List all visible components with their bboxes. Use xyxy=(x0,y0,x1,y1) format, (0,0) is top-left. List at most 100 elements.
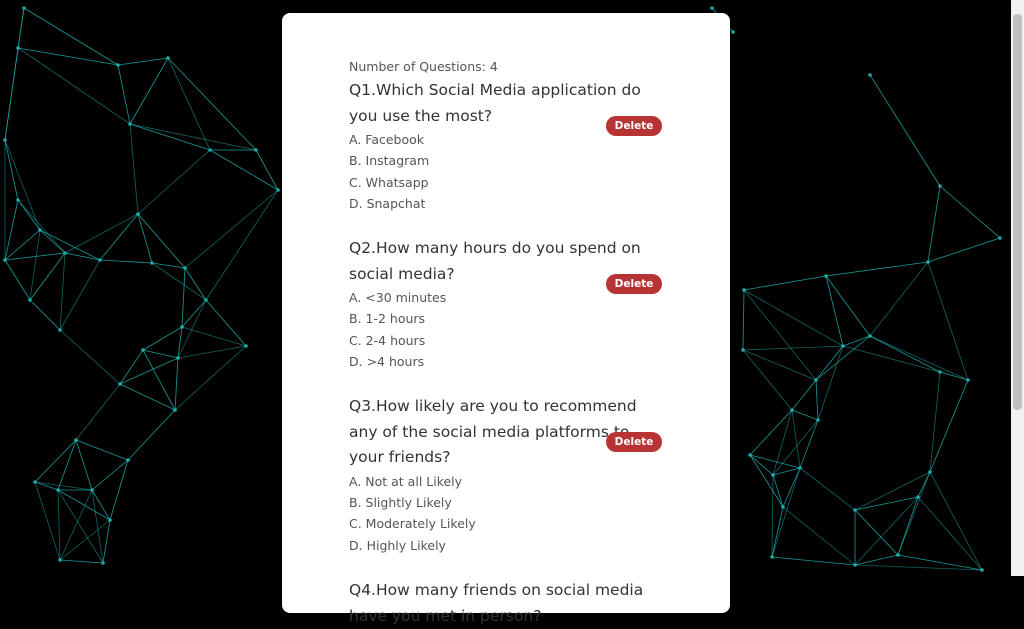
network-line xyxy=(743,275,827,291)
network-line xyxy=(57,489,61,561)
network-node xyxy=(90,488,94,492)
network-node xyxy=(781,505,785,509)
network-line xyxy=(4,139,19,201)
network-line xyxy=(17,199,66,254)
network-node xyxy=(74,438,78,442)
network-line xyxy=(59,259,101,331)
network-line xyxy=(897,496,919,556)
network-line xyxy=(825,261,929,277)
network-line xyxy=(939,185,1001,239)
option-list: A. <30 minutes B. 1-2 hours C. 2-4 hours… xyxy=(349,287,662,372)
network-line xyxy=(4,139,41,231)
network-node xyxy=(790,408,794,412)
network-line xyxy=(917,496,983,571)
network-node xyxy=(180,325,184,329)
network-line xyxy=(815,379,819,421)
network-line xyxy=(205,189,279,301)
network-node xyxy=(841,344,845,348)
network-line xyxy=(825,275,844,347)
network-line xyxy=(854,564,983,571)
network-line xyxy=(102,519,111,564)
network-line xyxy=(869,261,929,337)
option-item: B. Slightly Likely xyxy=(349,495,452,511)
network-node xyxy=(63,251,67,255)
network-line xyxy=(742,349,817,381)
network-line xyxy=(127,409,176,461)
network-line xyxy=(17,47,119,66)
scrollbar-thumb[interactable] xyxy=(1013,14,1022,410)
network-node xyxy=(176,356,180,360)
network-line xyxy=(177,299,207,359)
delete-question-button[interactable]: Delete xyxy=(606,116,662,136)
network-node xyxy=(926,260,930,264)
network-node xyxy=(980,568,984,572)
network-line xyxy=(99,213,139,261)
network-node xyxy=(868,334,872,338)
network-line xyxy=(791,409,819,421)
option-list: A. Not at all Likely B. Slightly Likely … xyxy=(349,471,662,556)
network-line xyxy=(174,345,247,411)
option-item: A. Not at all Likely xyxy=(349,473,463,489)
network-node xyxy=(770,555,774,559)
network-line xyxy=(109,459,129,521)
network-node xyxy=(141,348,145,352)
delete-question-button[interactable]: Delete xyxy=(606,274,662,295)
network-line xyxy=(772,467,801,476)
network-line xyxy=(23,7,119,66)
network-line xyxy=(742,349,793,411)
network-line xyxy=(39,229,66,254)
network-line xyxy=(75,439,93,491)
network-node xyxy=(3,258,7,262)
network-line xyxy=(4,259,31,301)
delete-question-button[interactable]: Delete xyxy=(606,432,662,453)
network-line xyxy=(181,299,207,328)
network-line xyxy=(17,7,25,49)
network-node xyxy=(28,298,32,302)
network-node xyxy=(710,6,714,10)
network-node xyxy=(244,344,248,348)
network-node xyxy=(98,258,102,262)
network-line xyxy=(854,496,919,511)
network-line xyxy=(743,289,844,347)
network-line xyxy=(184,189,279,269)
network-node xyxy=(816,418,820,422)
network-line xyxy=(142,326,183,351)
network-line xyxy=(742,289,745,351)
network-line xyxy=(39,229,101,261)
network-node xyxy=(38,228,42,232)
network-line xyxy=(29,229,41,301)
network-line xyxy=(75,439,129,461)
network-node xyxy=(916,495,920,499)
network-line xyxy=(782,467,801,508)
network-line xyxy=(117,64,131,125)
network-line xyxy=(869,74,941,187)
network-line xyxy=(869,335,969,381)
network-line xyxy=(771,556,856,566)
page-scrollbar[interactable] xyxy=(1011,0,1024,576)
network-line xyxy=(771,467,801,558)
network-node xyxy=(853,508,857,512)
network-line xyxy=(129,123,257,151)
option-item: B. 1-2 hours xyxy=(349,311,426,327)
network-line xyxy=(791,379,817,411)
network-line xyxy=(929,471,983,571)
network-line xyxy=(75,383,121,441)
network-line xyxy=(771,506,784,558)
network-node xyxy=(128,122,132,126)
option-item: C. Moderately Likely xyxy=(349,516,476,532)
network-node xyxy=(824,274,828,278)
question-block: Q1.Which Social Media application do you… xyxy=(349,78,662,214)
network-line xyxy=(181,326,247,347)
network-node xyxy=(896,553,900,557)
network-node xyxy=(771,473,775,477)
network-line xyxy=(4,252,66,261)
network-node xyxy=(742,288,746,292)
network-node xyxy=(16,46,20,50)
network-node xyxy=(118,382,122,386)
network-node xyxy=(108,518,112,522)
network-line xyxy=(4,47,19,141)
network-node xyxy=(208,148,212,152)
network-line xyxy=(177,345,247,359)
network-node xyxy=(853,563,857,567)
network-line xyxy=(57,489,104,564)
